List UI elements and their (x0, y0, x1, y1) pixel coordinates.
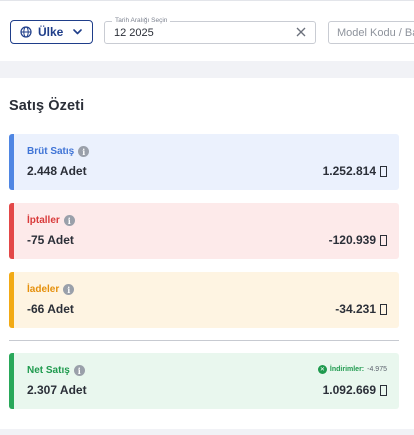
returns-label: İadeler (27, 284, 60, 295)
returns-card: İadeler i -66 Adet -34.231 (9, 272, 399, 328)
filter-bar: Ülke Tarih Aralığı Seçin 12 2025 Model K… (0, 0, 414, 61)
discount-info: ✕ İndirimler: -4.975 (317, 365, 387, 374)
model-code-placeholder: Model Kodu / Barkod (337, 27, 414, 39)
country-select-button[interactable]: Ülke (10, 20, 93, 44)
returns-accent (9, 272, 14, 328)
gross-sales-card: Brüt Satış i 2.448 Adet 1.252.814 (9, 134, 399, 190)
net-sales-amount: 1.092.669 (322, 383, 376, 397)
country-select-label: Ülke (38, 25, 64, 39)
info-icon[interactable]: i (73, 365, 85, 376)
model-code-input[interactable]: Model Kodu / Barkod (328, 21, 414, 44)
summary-divider (9, 340, 399, 341)
info-icon[interactable]: i (78, 146, 90, 157)
gross-sales-amount: 1.252.814 (322, 164, 376, 178)
gross-sales-qty: 2.448 Adet (27, 164, 87, 178)
date-range-value: 12 2025 (114, 27, 154, 39)
close-icon[interactable] (295, 26, 307, 38)
info-icon[interactable]: i (63, 215, 75, 226)
net-sales-card: Net Satış i ✕ İndirimler: -4.975 2.307 A… (9, 353, 399, 409)
cancellations-qty: -75 Adet (27, 233, 74, 247)
date-range-field[interactable]: Tarih Aralığı Seçin 12 2025 (104, 17, 316, 44)
net-sales-qty: 2.307 Adet (27, 383, 87, 397)
cancellations-accent (9, 203, 14, 259)
returns-qty: -66 Adet (27, 302, 74, 316)
gross-sales-label: Brüt Satış (27, 146, 75, 157)
cancellations-amount: -120.939 (328, 233, 376, 247)
discount-icon: ✕ (317, 365, 327, 374)
date-range-label: Tarih Aralığı Seçin (112, 17, 171, 25)
sales-summary-card: Satış Özeti Brüt Satış i 2.448 Adet 1.25… (0, 78, 414, 429)
chevron-down-icon (73, 29, 83, 35)
net-sales-accent (9, 353, 14, 409)
cancellations-card: İptaller i -75 Adet -120.939 (9, 203, 399, 259)
currency-glyph (380, 303, 387, 315)
globe-icon (20, 26, 32, 38)
summary-title: Satış Özeti (9, 98, 85, 114)
discount-value: -4.975 (367, 366, 387, 373)
gross-sales-accent (9, 134, 14, 190)
returns-amount: -34.231 (335, 302, 376, 316)
info-icon[interactable]: i (63, 284, 75, 295)
discount-label: İndirimler: (329, 366, 365, 373)
currency-glyph (380, 165, 387, 177)
net-sales-label: Net Satış (27, 365, 70, 376)
currency-glyph (380, 384, 387, 396)
cancellations-label: İptaller (27, 215, 60, 226)
currency-glyph (380, 234, 387, 246)
